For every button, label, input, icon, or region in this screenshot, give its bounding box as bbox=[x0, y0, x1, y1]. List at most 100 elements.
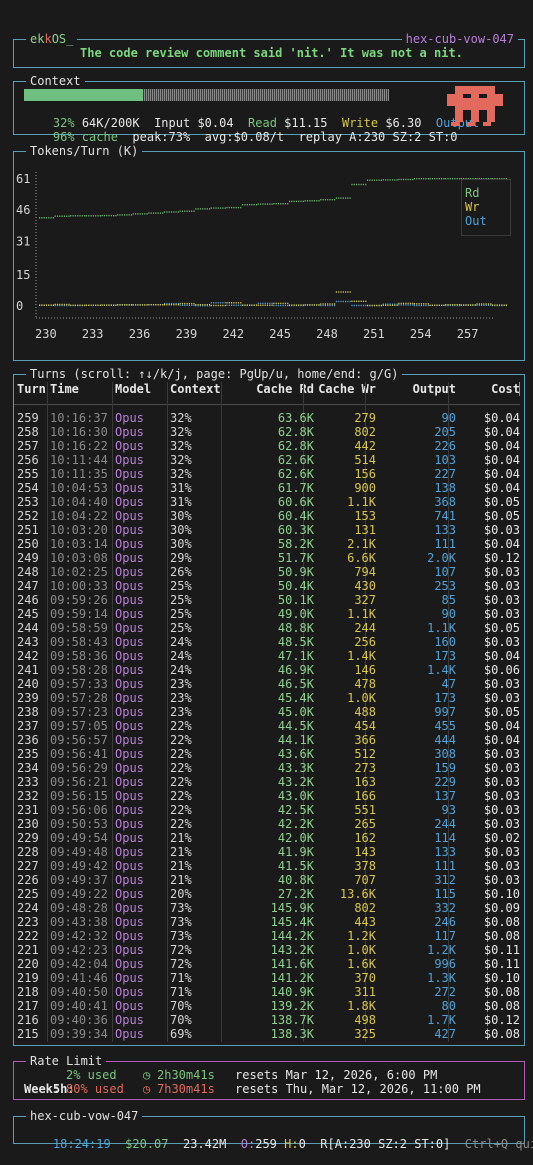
data-point-wr bbox=[115, 304, 117, 306]
table-row[interactable]: 245 09:59:14 Opus 25% 49.0K 1.1K 90 $0.03 bbox=[14, 607, 520, 621]
table-row[interactable]: 246 09:59:26 Opus 25% 50.1K 327 85 $0.03 bbox=[14, 593, 520, 607]
turn-cost: $0.04 bbox=[483, 719, 520, 733]
table-row[interactable]: 224 09:48:28 Opus 73% 145.9K 802 332 $0.09 bbox=[14, 901, 520, 915]
data-point-rd bbox=[74, 215, 76, 217]
table-row[interactable]: 231 09:56:06 Opus 22% 42.5K 551 93 $0.03 bbox=[14, 803, 520, 817]
data-point-rd bbox=[324, 199, 326, 201]
data-point-out bbox=[402, 304, 405, 306]
data-point-rd bbox=[262, 203, 264, 205]
turn-cache-wr: 794 bbox=[354, 565, 376, 579]
table-row[interactable]: 248 10:02:25 Opus 26% 50.9K 794 107 $0.03 bbox=[14, 565, 520, 579]
quit-hint[interactable]: Ctrl+Q quit bbox=[465, 1137, 533, 1151]
table-row[interactable]: 242 09:58:36 Opus 24% 47.1K 1.4K 173 $0.04 bbox=[14, 649, 520, 663]
table-row[interactable]: 259 10:16:37 Opus 32% 63.6K 279 90 $0.04 bbox=[14, 411, 520, 425]
table-row[interactable]: 258 10:16:30 Opus 32% 62.8K 802 205 $0.04 bbox=[14, 425, 520, 439]
turns-table[interactable]: Turn Time Model Context Cache Rd Cache W… bbox=[14, 382, 520, 1042]
table-row[interactable]: 219 09:41:46 Opus 71% 141.2K 370 1.3K $0.10 bbox=[14, 971, 520, 985]
data-point-out bbox=[427, 304, 429, 307]
turn-time: 09:49:54 bbox=[50, 831, 108, 845]
scrollbar[interactable] bbox=[519, 382, 520, 396]
table-row[interactable]: 257 10:16:22 Opus 32% 62.8K 442 226 $0.04 bbox=[14, 439, 520, 453]
turn-model: Opus bbox=[115, 775, 144, 789]
data-point-wr bbox=[503, 304, 505, 306]
turn-time: 10:00:33 bbox=[50, 579, 108, 593]
turn-model: Opus bbox=[115, 593, 144, 607]
turns-panel[interactable]: Turns (scroll: ↑↓/k/j, page: PgUp/u, hom… bbox=[13, 367, 525, 1046]
table-row[interactable]: 216 09:40:36 Opus 70% 138.7K 498 1.7K $0.12 bbox=[14, 1013, 520, 1027]
table-row[interactable]: 256 10:11:44 Opus 32% 62.6K 514 103 $0.04 bbox=[14, 453, 520, 467]
table-row[interactable]: 229 09:49:54 Opus 21% 42.0K 162 114 $0.02 bbox=[14, 831, 520, 845]
turn-output: 173 bbox=[434, 649, 456, 663]
turn-context: 20% bbox=[170, 887, 192, 901]
turn-cache-rd: 43.6K bbox=[277, 747, 314, 761]
table-row[interactable]: 249 10:03:08 Opus 29% 51.7K 6.6K 2.0K $0.12 bbox=[14, 551, 520, 565]
table-row[interactable]: 222 09:42:32 Opus 73% 144.2K 1.2K 117 $0.08 bbox=[14, 929, 520, 943]
legend-wr: Wr bbox=[465, 200, 480, 214]
table-row[interactable]: 241 09:58:28 Opus 24% 46.9K 146 1.4K $0.06 bbox=[14, 663, 520, 677]
turn-cost: $0.03 bbox=[483, 775, 520, 789]
data-point-wr bbox=[445, 304, 447, 306]
table-row[interactable]: 218 09:40:50 Opus 71% 140.9K 311 272 $0.08 bbox=[14, 985, 520, 999]
data-point-rd bbox=[445, 178, 447, 180]
table-row[interactable]: 228 09:49:48 Opus 21% 41.9K 143 133 $0.03 bbox=[14, 845, 520, 859]
table-row[interactable]: 251 10:03:20 Opus 30% 60.3K 131 133 $0.03 bbox=[14, 523, 520, 537]
data-point-rd bbox=[452, 178, 454, 180]
table-row[interactable]: 244 09:58:59 Opus 25% 48.8K 244 1.1K $0.05 bbox=[14, 621, 520, 635]
table-row[interactable]: 250 10:03:14 Opus 30% 58.2K 2.1K 111 $0.04 bbox=[14, 537, 520, 551]
table-row[interactable]: 217 09:40:41 Opus 70% 139.2K 1.8K 80 $0.08 bbox=[14, 999, 520, 1013]
data-point-wr bbox=[284, 302, 286, 305]
table-row[interactable]: 230 09:50:53 Opus 22% 42.2K 265 244 $0.03 bbox=[14, 817, 520, 831]
table-row[interactable]: 237 09:57:05 Opus 22% 44.5K 454 455 $0.04 bbox=[14, 719, 520, 733]
data-point-wr bbox=[427, 303, 429, 305]
data-point-rd bbox=[54, 215, 56, 217]
table-row[interactable]: 220 09:42:04 Opus 72% 141.6K 1.6K 996 $0.11 bbox=[14, 957, 520, 971]
data-point-wr bbox=[152, 304, 155, 306]
table-row[interactable]: 236 09:56:57 Opus 22% 44.1K 366 444 $0.04 bbox=[14, 733, 520, 747]
data-point-wr bbox=[271, 304, 273, 306]
table-row[interactable]: 221 09:42:23 Opus 72% 143.2K 1.0K 1.2K $0.11 bbox=[14, 943, 520, 957]
table-row[interactable]: 240 09:57:33 Opus 23% 46.5K 478 47 $0.03 bbox=[14, 677, 520, 691]
stopwatch-icon: ◷ bbox=[143, 1082, 151, 1096]
data-point-wr bbox=[389, 304, 391, 306]
data-point-rd bbox=[95, 215, 97, 217]
table-row[interactable]: 226 09:49:37 Opus 21% 40.8K 707 312 $0.03 bbox=[14, 873, 520, 887]
turn-cost: $0.03 bbox=[483, 593, 520, 607]
table-row[interactable]: 225 09:49:22 Opus 20% 27.2K 13.6K 115 $0.10 bbox=[14, 887, 520, 901]
data-point-wr bbox=[369, 304, 371, 307]
table-row[interactable]: 247 10:00:33 Opus 25% 50.4K 430 253 $0.03 bbox=[14, 579, 520, 593]
table-row[interactable]: 235 09:56:41 Opus 22% 43.6K 512 308 $0.03 bbox=[14, 747, 520, 761]
data-point-rd bbox=[85, 215, 88, 217]
table-row[interactable]: 223 09:43:38 Opus 73% 145.4K 443 246 $0.08 bbox=[14, 915, 520, 929]
turn-cache-wr: 1.8K bbox=[347, 999, 376, 1013]
turn-cache-rd: 62.6K bbox=[277, 453, 314, 467]
turn-model: Opus bbox=[115, 467, 144, 481]
data-point-rd bbox=[150, 212, 152, 214]
data-point-wr bbox=[356, 300, 358, 302]
table-row[interactable]: 252 10:04:22 Opus 30% 60.4K 153 741 $0.05 bbox=[14, 509, 520, 523]
table-row[interactable]: 215 09:39:34 Opus 69% 138.3K 325 427 $0.08 bbox=[14, 1027, 520, 1041]
turn-model: Opus bbox=[115, 439, 144, 453]
table-row[interactable]: 254 10:04:53 Opus 31% 61.7K 900 138 $0.04 bbox=[14, 481, 520, 495]
data-point-wr bbox=[191, 302, 193, 305]
turn-cache-rd: 50.9K bbox=[277, 565, 314, 579]
table-row[interactable]: 238 09:57:23 Opus 23% 45.0K 488 997 $0.05 bbox=[14, 705, 520, 719]
table-row[interactable]: 233 09:56:21 Opus 22% 43.2K 163 229 $0.03 bbox=[14, 775, 520, 789]
data-point-wr bbox=[199, 304, 201, 306]
table-row[interactable]: 243 09:58:43 Opus 24% 48.5K 256 160 $0.03 bbox=[14, 635, 520, 649]
turn-output: 312 bbox=[434, 873, 456, 887]
table-row[interactable]: 234 09:56:29 Opus 22% 43.3K 273 159 $0.03 bbox=[14, 761, 520, 775]
tagline: The code review comment said 'nit.' It w… bbox=[80, 46, 463, 60]
table-row[interactable]: 227 09:49:42 Opus 21% 41.5K 378 111 $0.03 bbox=[14, 859, 520, 873]
turn-cache-rd: 43.0K bbox=[277, 789, 314, 803]
table-row[interactable]: 239 09:57:28 Opus 23% 45.4K 1.0K 173 $0.03 bbox=[14, 691, 520, 705]
table-row[interactable]: 232 09:56:15 Opus 22% 43.0K 166 137 $0.03 bbox=[14, 789, 520, 803]
data-point-rd bbox=[257, 203, 259, 205]
table-row[interactable]: 255 10:11:35 Opus 32% 62.6K 156 227 $0.04 bbox=[14, 467, 520, 481]
data-point-rd bbox=[295, 200, 297, 203]
turn-cache-rd: 51.7K bbox=[277, 551, 314, 565]
data-point-wr bbox=[233, 302, 235, 304]
turn-output: 90 bbox=[441, 607, 456, 621]
data-point-wr bbox=[48, 304, 50, 306]
turn-context: 24% bbox=[170, 663, 192, 677]
table-row[interactable]: 253 10:04:40 Opus 31% 60.6K 1.1K 368 $0.05 bbox=[14, 495, 520, 509]
